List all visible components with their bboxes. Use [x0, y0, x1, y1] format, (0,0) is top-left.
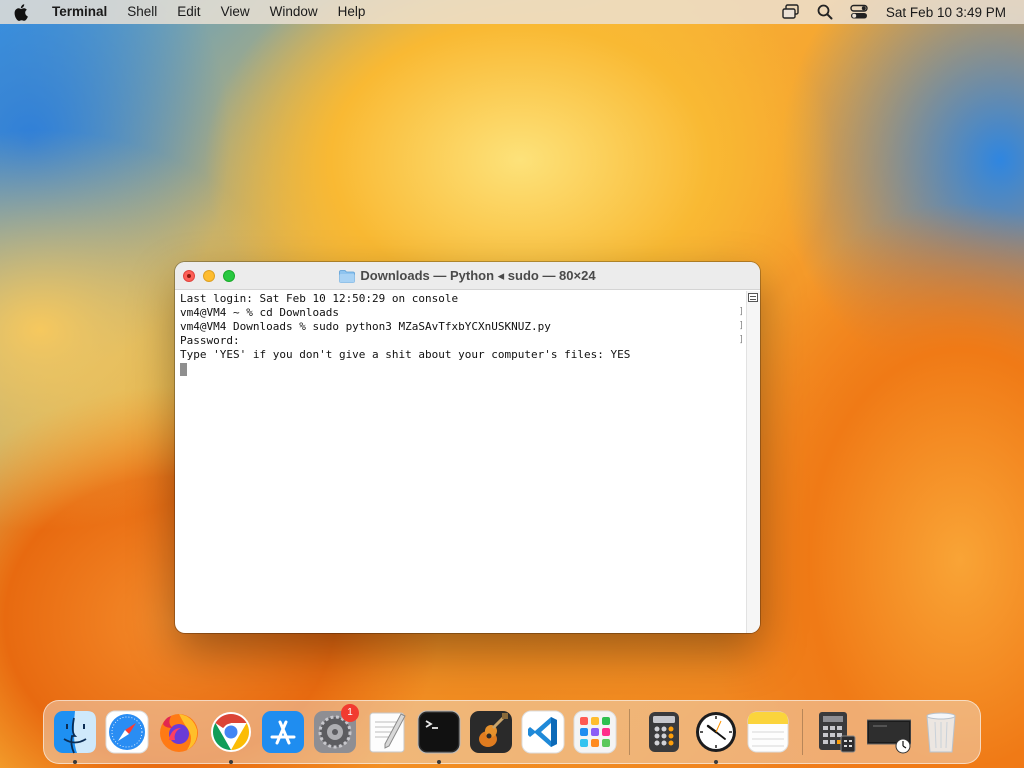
menu-bar: Terminal Shell Edit View Window Help Sat…: [0, 0, 1024, 24]
dock-clock[interactable]: [694, 710, 738, 764]
dock-system-settings[interactable]: 1: [313, 704, 359, 754]
finder-icon: [54, 711, 96, 754]
line-marker: ]: [738, 335, 744, 345]
dock-chrome[interactable]: [209, 710, 253, 764]
window-controls: [175, 269, 235, 282]
menu-window[interactable]: Window: [260, 0, 328, 24]
screen-mirroring-icon[interactable]: [774, 0, 808, 24]
close-button[interactable]: [183, 269, 195, 282]
running-indicator: [229, 760, 233, 764]
firefox-icon: [160, 714, 198, 752]
notification-badge: 1: [341, 704, 359, 722]
dock-separator: [802, 709, 803, 755]
dock-app-store[interactable]: [261, 710, 305, 754]
status-area: Sat Feb 10 3:49 PM: [774, 0, 1024, 24]
terminal-line: Type 'YES' if you don't give a shit abou…: [180, 348, 631, 361]
dock-trash[interactable]: [919, 710, 963, 754]
terminal-icon: [417, 710, 461, 754]
terminal-cursor: [180, 363, 187, 376]
notes-icon: [747, 711, 789, 753]
dock-notes[interactable]: [746, 710, 790, 754]
marks-menu-icon[interactable]: [748, 293, 758, 302]
line-marker: ]: [738, 307, 744, 317]
calculator-stack-icon: [819, 712, 856, 753]
menu-bar-clock[interactable]: Sat Feb 10 3:49 PM: [876, 5, 1006, 20]
calculator-icon: [649, 712, 679, 752]
dock-launchpad[interactable]: [573, 710, 617, 754]
menu-edit[interactable]: Edit: [167, 0, 210, 24]
window-title: Downloads — Python ◂ sudo — 80×24: [360, 268, 596, 283]
terminal-line: vm4@VM4 Downloads % sudo python3 MZaSAvT…: [180, 320, 551, 333]
chrome-icon: [211, 712, 251, 752]
dock-calculator[interactable]: [642, 710, 686, 754]
dock-vscode[interactable]: [521, 710, 565, 754]
dock-textedit[interactable]: [365, 710, 409, 754]
menu-help[interactable]: Help: [328, 0, 376, 24]
running-indicator: [73, 760, 77, 764]
dock-screenshots-stack[interactable]: [867, 710, 911, 754]
running-indicator: [714, 760, 718, 764]
terminal-line: vm4@VM4 ~ % cd Downloads: [180, 306, 339, 319]
dock: 1: [43, 700, 981, 764]
menu-view[interactable]: View: [211, 0, 260, 24]
control-center-icon[interactable]: [842, 0, 876, 24]
dock-terminal[interactable]: [417, 710, 461, 764]
terminal-line: Password:: [180, 334, 240, 347]
clock-icon: [696, 712, 736, 752]
terminal-line: Last login: Sat Feb 10 12:50:29 on conso…: [180, 292, 459, 305]
terminal-window: Downloads — Python ◂ sudo — 80×24 Last l…: [175, 262, 760, 633]
vscode-icon: [521, 710, 565, 754]
app-store-icon: [262, 711, 304, 753]
launchpad-icon: [573, 710, 617, 754]
instruments-icon: [470, 711, 512, 753]
safari-icon: [105, 710, 149, 754]
dock-firefox[interactable]: [157, 710, 201, 754]
window-title-group: Downloads — Python ◂ sudo — 80×24: [175, 262, 760, 290]
dock-separator: [629, 709, 630, 755]
screenshots-stack-icon: [867, 719, 911, 754]
running-indicator: [437, 760, 441, 764]
dock-instruments[interactable]: [469, 710, 513, 754]
menu-app-name[interactable]: Terminal: [44, 0, 117, 24]
folder-icon: [339, 269, 356, 283]
window-titlebar[interactable]: Downloads — Python ◂ sudo — 80×24: [175, 262, 760, 290]
minimize-button[interactable]: [203, 269, 215, 282]
scrollbar-track[interactable]: [746, 291, 760, 633]
dock-safari[interactable]: [105, 710, 149, 754]
textedit-icon: [369, 712, 406, 753]
dock-finder[interactable]: [53, 710, 97, 764]
trash-icon: [926, 712, 956, 753]
menu-shell[interactable]: Shell: [117, 0, 167, 24]
zoom-button[interactable]: [223, 269, 235, 282]
terminal-output[interactable]: Last login: Sat Feb 10 12:50:29 on conso…: [175, 291, 746, 633]
dock-calculator-stack[interactable]: [815, 710, 859, 754]
line-marker: ]: [738, 321, 744, 331]
apple-menu-icon[interactable]: [0, 0, 44, 24]
spotlight-search-icon[interactable]: [808, 0, 842, 24]
